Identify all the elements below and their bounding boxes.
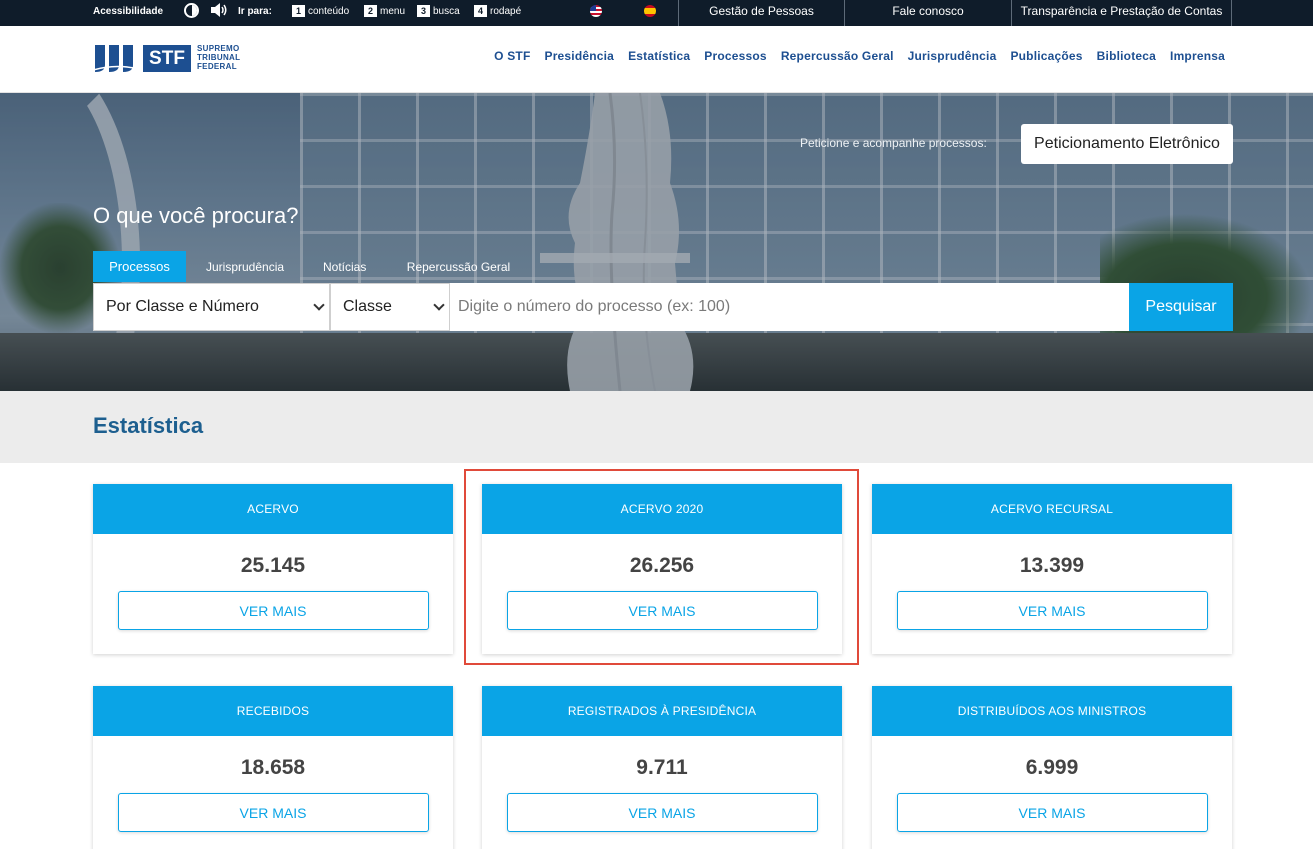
spanish-flag-icon[interactable] (644, 5, 656, 17)
nav-item-repercussao-geral[interactable]: Repercussão Geral (781, 49, 894, 63)
stats-title: Estatística (93, 413, 204, 438)
stat-card-value: 25.145 (240, 554, 306, 577)
peticionamento-button[interactable]: Peticionamento Eletrônico (1021, 124, 1233, 164)
chevron-down-icon (313, 299, 325, 311)
search-tabs: Processos Jurisprudência Notícias Reperc… (93, 251, 531, 282)
stat-card-title: ACERVO (93, 484, 453, 534)
site-header: STF SUPREMO TRIBUNAL FEDERAL O STF Presi… (0, 26, 1313, 93)
contrast-icon[interactable] (184, 3, 199, 18)
skip-number: 1 (292, 5, 305, 17)
logo-word: TRIBUNAL (197, 53, 241, 62)
skip-label: rodapé (490, 5, 522, 17)
nav-item-publicacoes[interactable]: Publicações (1010, 49, 1082, 63)
skip-link-search[interactable]: 3 busca (417, 5, 460, 17)
peticione-label: Peticione e acompanhe processos: (800, 136, 987, 150)
ver-mais-button[interactable]: VER MAIS (117, 591, 429, 630)
hero-banner: Peticione e acompanhe processos: Peticio… (0, 93, 1313, 391)
logo-word: FEDERAL (197, 62, 237, 71)
accessibility-link[interactable]: Acessibilidade (93, 6, 163, 17)
nav-item-jurisprudencia[interactable]: Jurisprudência (908, 49, 997, 63)
goto-label: Ir para: (238, 6, 272, 17)
link-gestao-pessoas[interactable]: Gestão de Pessoas (678, 0, 844, 26)
english-flag-icon[interactable] (590, 5, 602, 17)
skip-link-footer[interactable]: 4 rodapé (474, 5, 521, 17)
class-select[interactable]: Classe (330, 283, 450, 331)
skip-number: 2 (364, 5, 377, 17)
skip-number: 4 (474, 5, 487, 17)
tab-processos[interactable]: Processos (93, 251, 186, 282)
logo-words: SUPREMO TRIBUNAL FEDERAL (197, 44, 240, 71)
class-value: Classe (343, 298, 392, 315)
stat-card-recebidos: RECEBIDOS 18.658 VER MAIS (93, 686, 453, 849)
skip-link-content[interactable]: 1 conteúdo (292, 5, 349, 17)
ver-mais-button[interactable]: VER MAIS (117, 793, 429, 832)
stf-logo[interactable]: STF SUPREMO TRIBUNAL FEDERAL (93, 43, 253, 75)
skip-label: conteúdo (308, 5, 350, 17)
top-bar: Acessibilidade Ir para: 1 conteúdo 2 men… (0, 0, 1313, 26)
stat-card-registrados: REGISTRADOS À PRESIDÊNCIA 9.711 VER MAIS (482, 686, 842, 849)
logo-columns-icon (93, 45, 143, 72)
search-row: Por Classe e Número Classe Pesquisar (93, 283, 1233, 331)
search-heading: O que você procura? (93, 203, 299, 228)
speaker-icon[interactable] (210, 2, 228, 18)
logo-abbr: STF (143, 45, 191, 72)
tab-jurisprudencia[interactable]: Jurisprudência (186, 251, 303, 282)
stats-header: Estatística (0, 391, 1313, 463)
stat-card-acervo-recursal: ACERVO RECURSAL 13.399 VER MAIS (872, 484, 1232, 654)
skip-label: menu (380, 5, 406, 17)
stat-card-value: 18.658 (240, 756, 306, 779)
ver-mais-button[interactable]: VER MAIS (896, 793, 1208, 832)
stat-card-distribuidos: DISTRIBUÍDOS AOS MINISTROS 6.999 VER MAI… (872, 686, 1232, 849)
main-nav: O STF Presidência Estatística Processos … (494, 49, 1225, 63)
highlight-box (464, 469, 859, 665)
logo-word: SUPREMO (197, 44, 240, 53)
stat-card-title: ACERVO RECURSAL (872, 484, 1232, 534)
nav-item-biblioteca[interactable]: Biblioteca (1097, 49, 1156, 63)
stat-card-value: 6.999 (1025, 756, 1079, 779)
stat-card-value: 13.399 (1019, 554, 1085, 577)
link-transparencia[interactable]: Transparência e Prestação de Contas (1011, 0, 1232, 26)
nav-item-estatistica[interactable]: Estatística (628, 49, 690, 63)
nav-item-imprensa[interactable]: Imprensa (1170, 49, 1225, 63)
chevron-down-icon (433, 299, 445, 311)
skip-number: 3 (417, 5, 430, 17)
search-type-value: Por Classe e Número (106, 298, 259, 315)
stat-card-acervo: ACERVO 25.145 VER MAIS (93, 484, 453, 654)
stat-card-title: DISTRIBUÍDOS AOS MINISTROS (872, 686, 1232, 736)
tab-noticias[interactable]: Notícias (303, 251, 386, 282)
process-number-input[interactable] (450, 283, 1129, 331)
link-fale-conosco[interactable]: Fale conosco (844, 0, 1011, 26)
skip-link-menu[interactable]: 2 menu (364, 5, 405, 17)
stat-card-title: REGISTRADOS À PRESIDÊNCIA (482, 686, 842, 736)
nav-item-o-stf[interactable]: O STF (494, 49, 530, 63)
nav-item-presidencia[interactable]: Presidência (544, 49, 614, 63)
search-type-select[interactable]: Por Classe e Número (93, 283, 330, 331)
ver-mais-button[interactable]: VER MAIS (896, 591, 1208, 630)
stat-card-value: 9.711 (636, 756, 688, 779)
skip-label: busca (433, 5, 460, 17)
search-button[interactable]: Pesquisar (1129, 283, 1233, 331)
nav-item-processos[interactable]: Processos (704, 49, 767, 63)
stat-card-title: RECEBIDOS (93, 686, 453, 736)
tab-repercussao-geral[interactable]: Repercussão Geral (386, 251, 531, 282)
ver-mais-button[interactable]: VER MAIS (506, 793, 818, 832)
